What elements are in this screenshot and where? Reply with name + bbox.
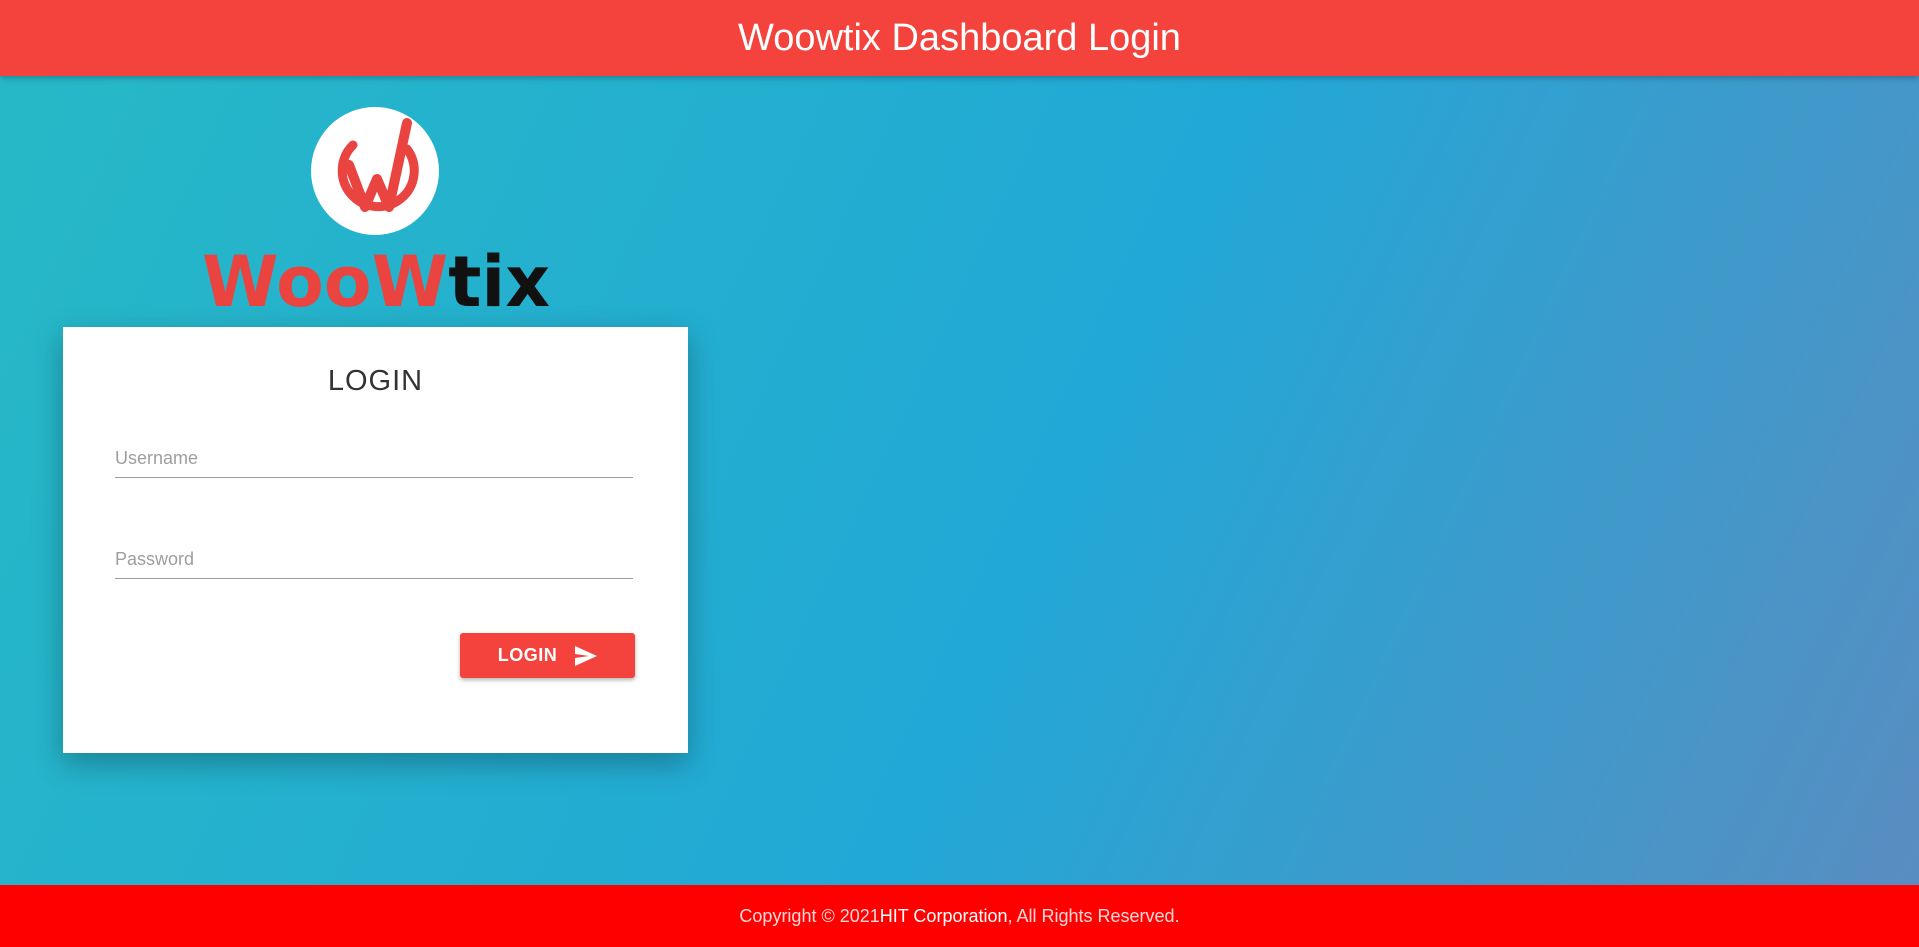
password-input[interactable] xyxy=(115,540,633,579)
copyright-suffix: , All Rights Reserved. xyxy=(1007,905,1180,926)
send-icon xyxy=(575,645,598,666)
login-card: LOGIN LOGIN xyxy=(63,327,688,753)
login-button-label: LOGIN xyxy=(497,645,558,665)
copyright-prefix: Copyright © 2021 xyxy=(739,905,880,926)
login-button[interactable]: LOGIN xyxy=(460,633,635,678)
svg-text:WooWtix: WooWtix xyxy=(202,241,550,316)
page-title: Woowtix Dashboard Login xyxy=(738,16,1181,59)
top-bar: Woowtix Dashboard Login xyxy=(0,0,1919,76)
footer: Copyright © 2021 HIT Corporation , All R… xyxy=(0,885,1919,947)
woowtix-wordmark: WooWtix xyxy=(202,241,550,316)
company-link[interactable]: HIT Corporation xyxy=(880,906,1008,927)
username-input[interactable] xyxy=(115,439,633,478)
login-title: LOGIN xyxy=(327,365,424,397)
woowtix-logo-icon xyxy=(311,107,439,235)
